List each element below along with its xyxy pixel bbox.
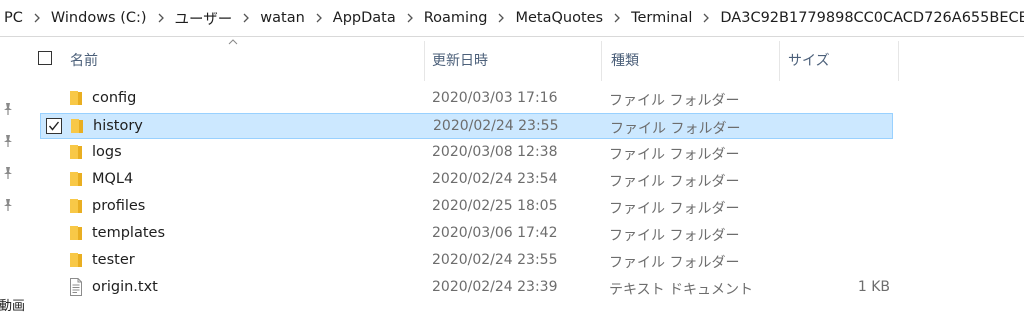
chevron-right-icon[interactable]: [240, 12, 252, 24]
folder-icon: [68, 251, 84, 269]
folder-icon: [68, 197, 84, 215]
file-name: MQL4: [92, 171, 134, 187]
chevron-right-icon[interactable]: [495, 12, 507, 24]
pin-icon[interactable]: [2, 197, 14, 211]
nav-item-videos[interactable]: 動画: [0, 295, 25, 314]
file-name: config: [92, 90, 137, 106]
file-type: ファイル フォルダー: [609, 228, 740, 244]
checkmark-icon: [48, 121, 60, 131]
column-name[interactable]: 名前: [70, 50, 98, 70]
file-date: 2020/03/08 12:38: [432, 144, 558, 160]
folder-icon: [68, 89, 84, 107]
chevron-right-icon[interactable]: [700, 12, 712, 24]
breadcrumb-users[interactable]: ユーザー: [171, 8, 237, 29]
sort-ascending-icon: [228, 39, 238, 45]
file-date: 2020/03/06 17:42: [432, 225, 558, 241]
column-divider[interactable]: [424, 41, 425, 81]
file-row-config[interactable]: config 2020/03/03 17:16 ファイル フォルダー: [40, 86, 893, 112]
folder-icon: [68, 224, 84, 242]
file-row-origin-txt[interactable]: origin.txt 2020/02/24 23:39 テキスト ドキュメント …: [40, 275, 893, 301]
breadcrumb-pc[interactable]: PC: [0, 10, 27, 26]
navigation-pane: 動画: [0, 37, 26, 314]
file-name: logs: [92, 144, 122, 160]
file-type: ファイル フォルダー: [609, 93, 740, 109]
file-name: templates: [92, 225, 166, 241]
row-checkbox[interactable]: [46, 118, 62, 134]
breadcrumb-terminal[interactable]: Terminal: [627, 10, 696, 26]
column-divider[interactable]: [601, 41, 602, 81]
file-date: 2020/03/03 17:16: [432, 90, 558, 106]
breadcrumb-user[interactable]: watan: [256, 10, 309, 26]
select-all-checkbox[interactable]: [38, 51, 52, 65]
column-size[interactable]: サイズ: [788, 50, 830, 70]
file-name: history: [93, 118, 143, 134]
chevron-right-icon[interactable]: [31, 12, 43, 24]
pin-icon[interactable]: [2, 101, 14, 115]
breadcrumb-terminal-id[interactable]: DA3C92B1779898CC0CACD726A655BECB: [716, 10, 1024, 26]
address-bar[interactable]: PC Windows (C:) ユーザー watan AppData Roami…: [0, 0, 1024, 37]
column-divider[interactable]: [898, 41, 899, 81]
file-name: tester: [92, 252, 135, 268]
column-divider[interactable]: [779, 41, 780, 81]
pin-icon[interactable]: [2, 165, 14, 179]
breadcrumb-roaming[interactable]: Roaming: [420, 10, 492, 26]
column-date[interactable]: 更新日時: [432, 50, 488, 70]
file-date: 2020/02/24 23:55: [433, 118, 559, 134]
file-type: ファイル フォルダー: [609, 174, 740, 190]
folder-icon: [69, 117, 85, 135]
chevron-right-icon[interactable]: [404, 12, 416, 24]
file-type: ファイル フォルダー: [610, 121, 741, 137]
breadcrumb-drive[interactable]: Windows (C:): [47, 10, 151, 26]
file-row-templates[interactable]: templates 2020/03/06 17:42 ファイル フォルダー: [40, 221, 893, 247]
file-date: 2020/02/24 23:39: [432, 279, 558, 295]
file-type: ファイル フォルダー: [609, 201, 740, 217]
file-size: 1 KB: [857, 279, 890, 295]
file-type: ファイル フォルダー: [609, 255, 740, 271]
breadcrumb-appdata[interactable]: AppData: [329, 10, 400, 26]
column-header: 名前 更新日時 種類 サイズ: [28, 37, 908, 81]
chevron-right-icon[interactable]: [155, 12, 167, 24]
file-type: ファイル フォルダー: [609, 147, 740, 163]
breadcrumb-metaquotes[interactable]: MetaQuotes: [511, 10, 607, 26]
pin-icon[interactable]: [2, 133, 14, 147]
text-file-icon: [68, 278, 84, 296]
file-type: テキスト ドキュメント: [609, 282, 754, 298]
folder-icon: [68, 170, 84, 188]
chevron-right-icon[interactable]: [611, 12, 623, 24]
file-row-logs[interactable]: logs 2020/03/08 12:38 ファイル フォルダー: [40, 140, 893, 166]
file-date: 2020/02/25 18:05: [432, 198, 558, 214]
column-type[interactable]: 種類: [611, 50, 639, 70]
file-row-mql4[interactable]: MQL4 2020/02/24 23:54 ファイル フォルダー: [40, 167, 893, 193]
breadcrumb: PC Windows (C:) ユーザー watan AppData Roami…: [0, 8, 1024, 29]
file-date: 2020/02/24 23:54: [432, 171, 558, 187]
folder-icon: [68, 143, 84, 161]
file-name: profiles: [92, 198, 146, 214]
chevron-right-icon[interactable]: [313, 12, 325, 24]
file-row-tester[interactable]: tester 2020/02/24 23:55 ファイル フォルダー: [40, 248, 893, 274]
file-date: 2020/02/24 23:55: [432, 252, 558, 268]
file-row-profiles[interactable]: profiles 2020/02/25 18:05 ファイル フォルダー: [40, 194, 893, 220]
file-name: origin.txt: [92, 279, 158, 295]
file-row-history[interactable]: history 2020/02/24 23:55 ファイル フォルダー: [40, 113, 893, 139]
